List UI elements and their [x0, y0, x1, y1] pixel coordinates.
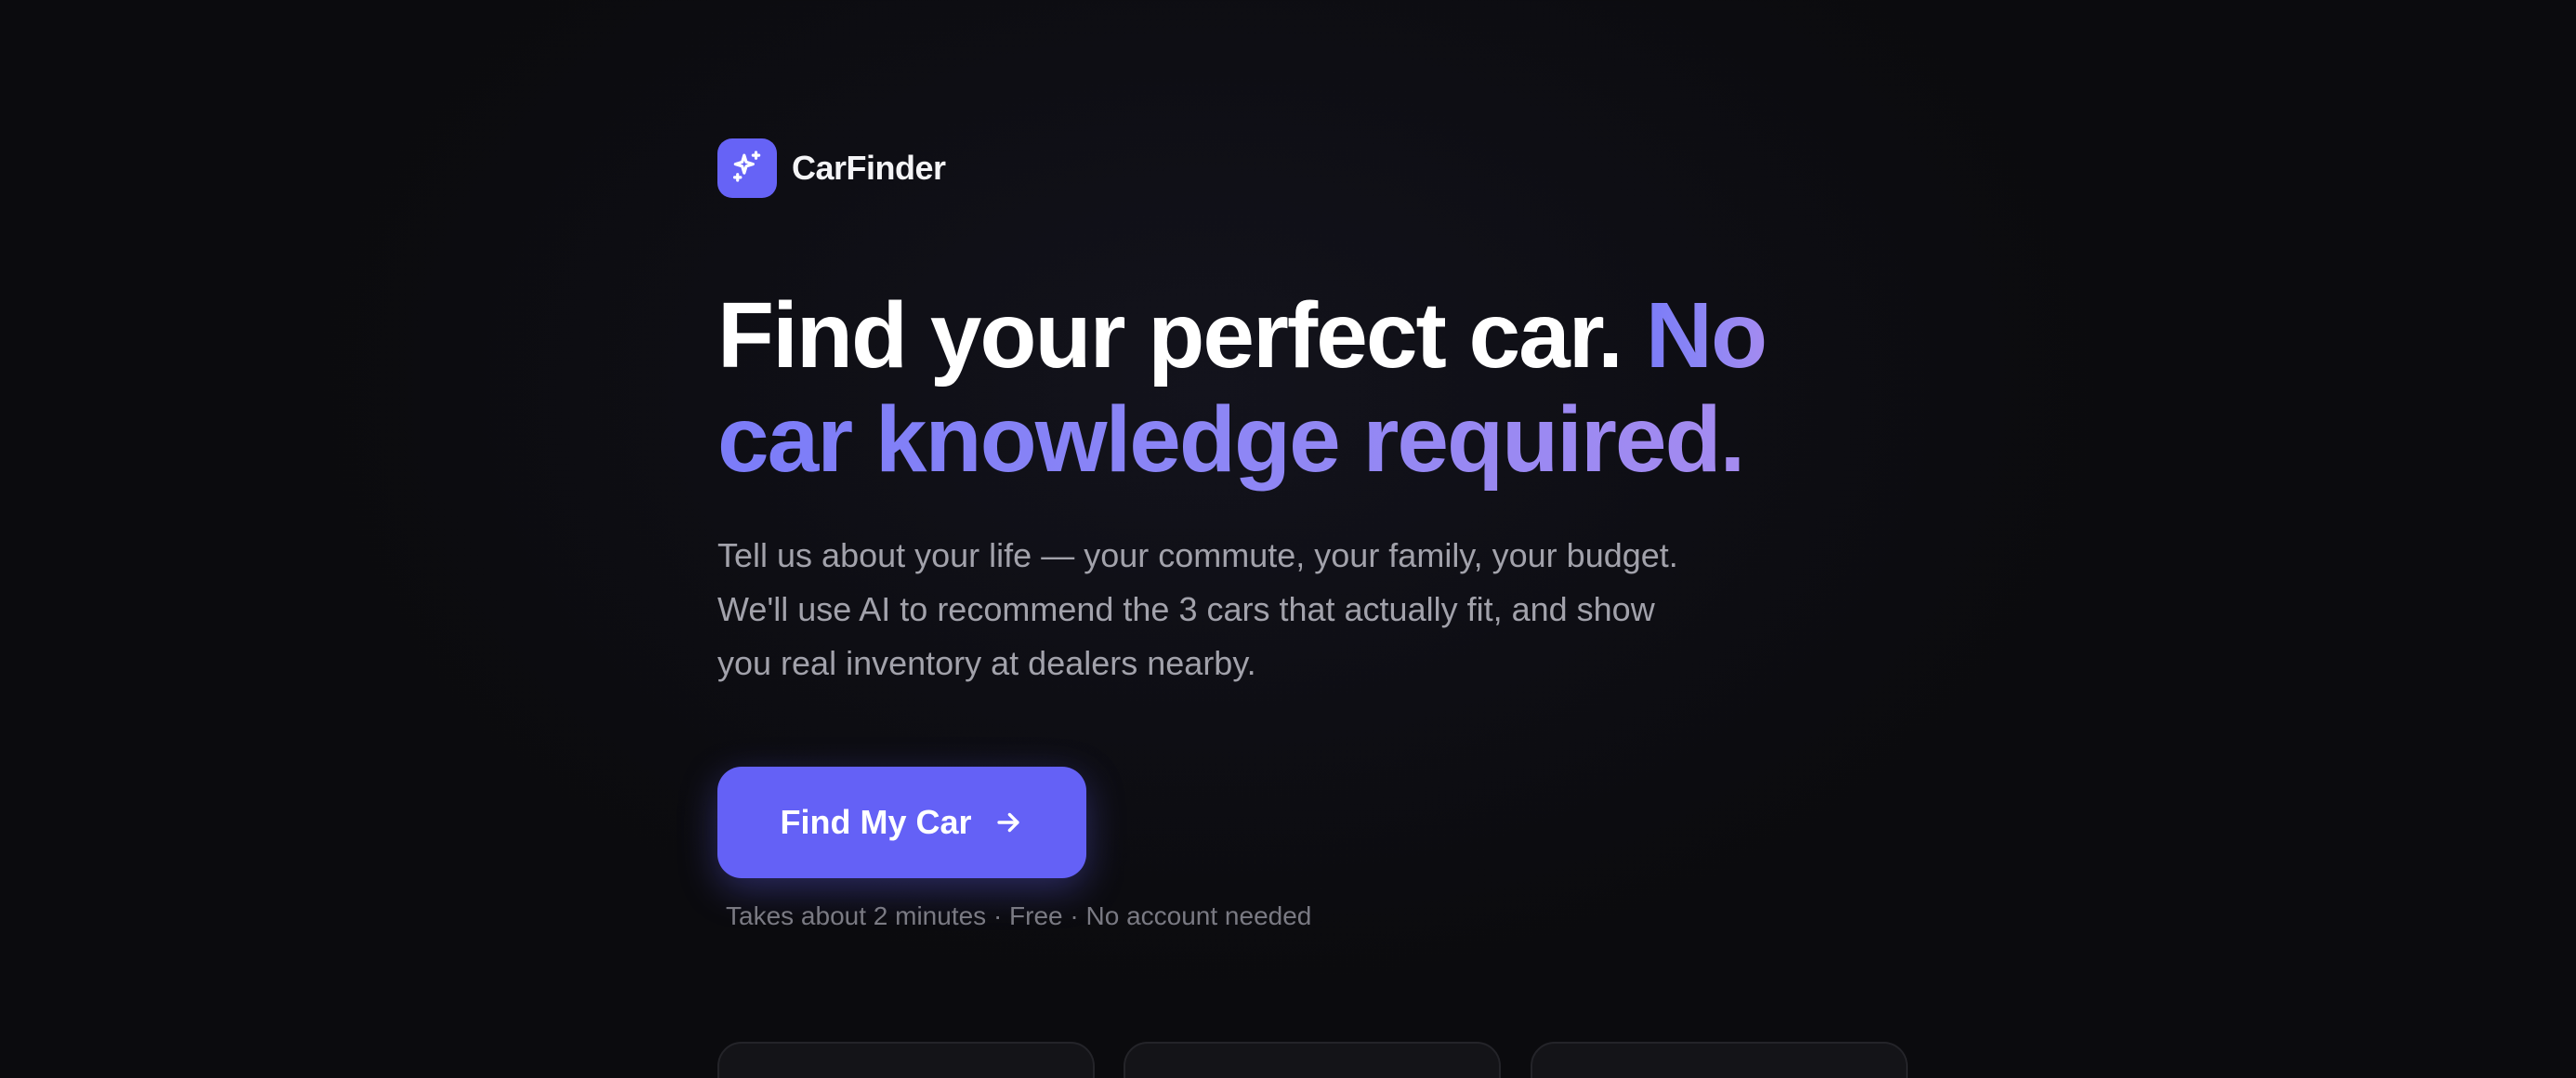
- find-my-car-button[interactable]: Find My Car: [717, 767, 1086, 878]
- cta-footnote: Takes about 2 minutes · Free · No accoun…: [726, 901, 1312, 930]
- sparkles-icon: [729, 149, 765, 189]
- headline-primary: Find your perfect car.: [717, 283, 1623, 388]
- headline-accent-word: No: [1645, 283, 1768, 388]
- headline-accent-line: car knowledge required.: [717, 388, 1745, 492]
- hero-headline: Find your perfect car. No car knowledge …: [717, 283, 1925, 492]
- feature-card: [717, 1042, 1095, 1078]
- brand[interactable]: CarFinder: [717, 138, 946, 198]
- brand-logo: [717, 138, 777, 198]
- hero-subtitle: Tell us about your life — your commute, …: [717, 529, 1786, 690]
- subtitle-line: you real inventory at dealers nearby.: [717, 644, 1256, 682]
- arrow-right-icon: [992, 807, 1024, 838]
- feature-card: [1124, 1042, 1501, 1078]
- subtitle-line: Tell us about your life — your commute, …: [717, 536, 1678, 574]
- cta-label: Find My Car: [780, 803, 972, 841]
- landing-page: CarFinder Find your perfect car. No car …: [717, 0, 1925, 1078]
- subtitle-line: We'll use AI to recommend the 3 cars tha…: [717, 590, 1655, 628]
- brand-name: CarFinder: [792, 149, 946, 187]
- feature-card: [1531, 1042, 1908, 1078]
